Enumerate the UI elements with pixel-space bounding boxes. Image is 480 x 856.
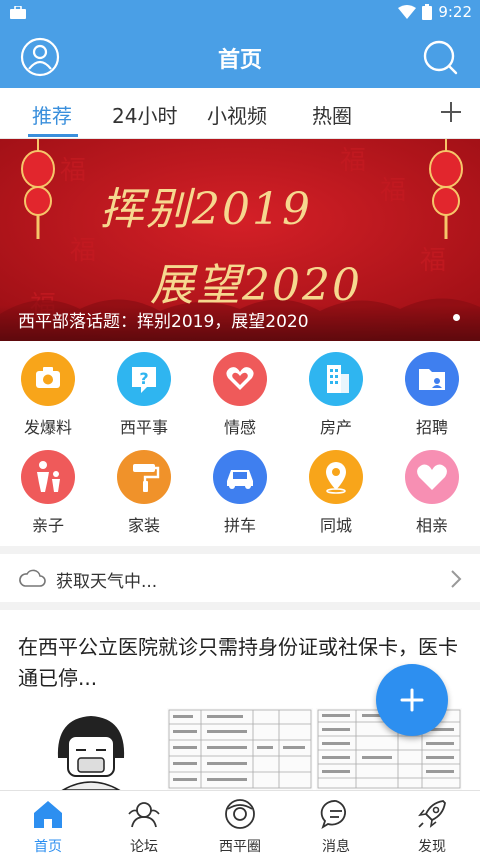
- search-icon[interactable]: [420, 37, 460, 77]
- category-emotion[interactable]: 情感: [192, 346, 288, 442]
- section-divider: [0, 602, 480, 610]
- car-icon: [213, 450, 267, 504]
- wifi-icon: [398, 5, 417, 19]
- article-thumbnail: [18, 708, 164, 790]
- category-label: 拼车: [223, 516, 256, 535]
- article-thumbnail: [167, 708, 313, 790]
- category-label: 西平事: [119, 418, 168, 437]
- nav-label: 论坛: [130, 839, 158, 855]
- nav-label: 首页: [34, 839, 62, 855]
- tab-hot-circle[interactable]: 热圈: [312, 100, 352, 129]
- category-label: 发爆料: [23, 418, 72, 437]
- category-grid: 发爆料 ? 西平事 情感 房产 招聘 亲子 家装 拼车 同城 相亲: [0, 346, 480, 542]
- banner-heading-1: 挥别2019: [100, 184, 312, 235]
- category-baoliao[interactable]: 发爆料: [0, 346, 96, 442]
- category-label: 家装: [127, 516, 160, 535]
- cloud-icon: [19, 569, 46, 587]
- chevron-right-icon: [451, 570, 462, 588]
- nav-label: 西平圈: [219, 839, 261, 855]
- category-dating[interactable]: 相亲: [384, 444, 480, 540]
- category-label: 相亲: [415, 516, 448, 535]
- nav-label: 消息: [322, 839, 350, 855]
- message-icon: [320, 800, 346, 830]
- category-parenting[interactable]: 亲子: [0, 444, 96, 540]
- carousel-indicator: [453, 314, 460, 321]
- location-pin-icon: [309, 450, 363, 504]
- tab-short-video[interactable]: 小视频: [207, 100, 267, 129]
- document-table-image: [167, 708, 313, 790]
- weather-row[interactable]: 获取天气中...: [0, 556, 480, 602]
- category-label: 房产: [319, 418, 352, 437]
- nav-discover[interactable]: 发现: [384, 791, 480, 855]
- svg-text:福: 福: [420, 246, 446, 276]
- briefcase-icon: [10, 6, 26, 19]
- svg-text:福: 福: [70, 236, 96, 266]
- bottom-navigation: 首页 论坛 西平圈 消息 发现: [0, 790, 480, 855]
- circle-icon: [225, 799, 255, 829]
- category-real-estate[interactable]: 房产: [288, 346, 384, 442]
- paint-roller-icon: [117, 450, 171, 504]
- plus-icon: [400, 688, 424, 712]
- category-xiping-news[interactable]: ? 西平事: [96, 346, 192, 442]
- section-divider: [0, 546, 480, 554]
- banner-heading-2: 展望2020: [150, 260, 362, 311]
- app-bar: 首页: [0, 26, 480, 88]
- status-time: 9:22: [438, 3, 472, 21]
- category-carpool[interactable]: 拼车: [192, 444, 288, 540]
- active-tab-indicator: [28, 134, 78, 137]
- nav-label: 发现: [418, 839, 446, 855]
- forum-icon: [128, 802, 160, 828]
- nav-home[interactable]: 首页: [0, 791, 96, 855]
- category-recruitment[interactable]: 招聘: [384, 346, 480, 442]
- tab-recommend[interactable]: 推荐: [32, 100, 72, 129]
- compose-fab-button[interactable]: [376, 664, 448, 736]
- status-bar: 9:22: [0, 0, 480, 26]
- folder-icon: [405, 352, 459, 406]
- tab-bar: 推荐 24小时 小视频 热圈: [0, 88, 480, 139]
- svg-text:福: 福: [60, 156, 86, 186]
- svg-text:?: ?: [139, 369, 148, 388]
- tab-24-hours[interactable]: 24小时: [112, 100, 177, 129]
- battery-icon: [422, 4, 433, 20]
- svg-text:福: 福: [340, 146, 366, 176]
- category-label: 同城: [319, 516, 352, 535]
- hearts-icon: [213, 352, 267, 406]
- nav-xiping-circle[interactable]: 西平圈: [192, 791, 288, 855]
- nav-forum[interactable]: 论坛: [96, 791, 192, 855]
- category-same-city[interactable]: 同城: [288, 444, 384, 540]
- banner-caption: 西平部落话题：挥别2019，展望2020: [18, 312, 309, 332]
- category-label: 情感: [223, 418, 256, 437]
- camera-icon: [21, 352, 75, 406]
- parent-child-icon: [21, 450, 75, 504]
- nav-messages[interactable]: 消息: [288, 791, 384, 855]
- heart-icon: [405, 450, 459, 504]
- category-home-decor[interactable]: 家装: [96, 444, 192, 540]
- rocket-icon: [418, 800, 446, 828]
- home-icon: [34, 801, 62, 828]
- weather-status: 获取天气中...: [56, 572, 158, 592]
- category-label: 招聘: [415, 418, 448, 437]
- page-title: 首页: [217, 48, 262, 73]
- category-label: 亲子: [31, 516, 64, 535]
- add-channel-icon[interactable]: [436, 94, 466, 130]
- cartoon-illustration: [18, 708, 164, 790]
- question-icon: ?: [117, 352, 171, 406]
- svg-text:福: 福: [380, 176, 406, 206]
- building-icon: [309, 352, 363, 406]
